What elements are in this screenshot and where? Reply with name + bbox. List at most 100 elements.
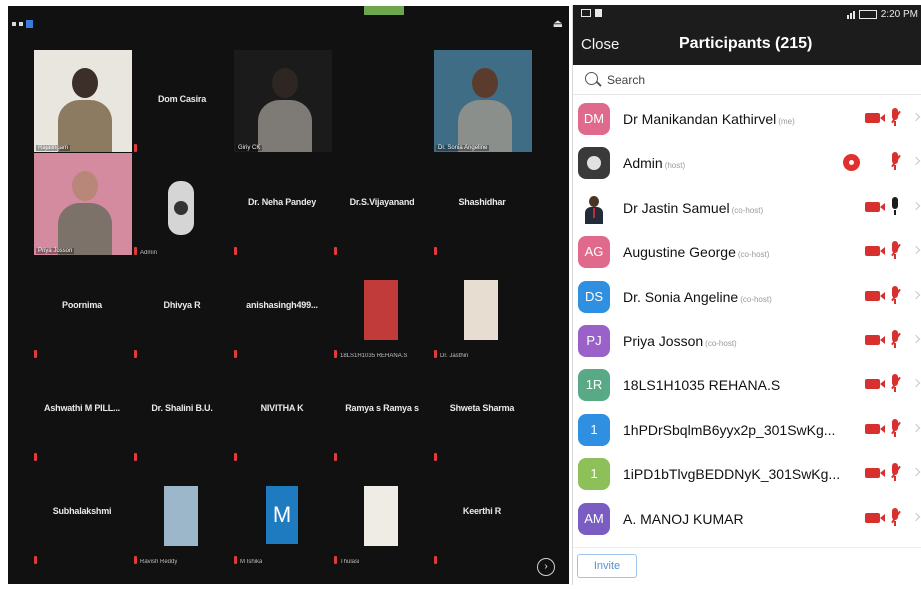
participant-name-text: Augustine George <box>623 244 736 261</box>
mic-muted-icon[interactable] <box>888 285 902 306</box>
mic-muted-icon[interactable] <box>888 507 902 528</box>
mic-on-icon[interactable] <box>888 196 902 217</box>
muted-mic-icon <box>34 556 37 564</box>
mic-muted-icon[interactable] <box>888 463 902 483</box>
chevron-right-icon[interactable] <box>911 423 921 432</box>
video-tile[interactable]: Poornima <box>30 256 134 360</box>
participant-row[interactable]: AM A. MANOJ KUMAR <box>573 497 921 541</box>
video-tile[interactable]: Rajalingam <box>30 50 134 154</box>
mic-muted-icon[interactable] <box>888 418 902 439</box>
gallery-top-bar: ⏏ <box>8 6 569 46</box>
participant-row[interactable]: 1R 18LS1H1035 REHANA.S <box>573 363 921 407</box>
participant-row[interactable]: PJ Priya Josson (co-host) <box>573 319 921 363</box>
video-tile[interactable]: Giriy CK <box>230 50 334 154</box>
video-tile[interactable]: Dr. Sonia Angeline <box>430 50 534 154</box>
participant-name: Dr Manikandan Kathirvel (me) <box>623 111 795 127</box>
avatar: PJ <box>578 324 610 357</box>
video-tile[interactable]: Dr.S.Vijayanand <box>330 153 434 257</box>
muted-mic-icon <box>434 350 437 358</box>
participant-name-text: 1hPDrSbqlmB6yyx2p_301SwKg... <box>623 421 836 438</box>
muted-mic-icon <box>434 556 437 564</box>
participant-name-text: Admin <box>623 155 663 172</box>
mic-muted-icon[interactable] <box>888 152 902 172</box>
participant-role: (co-host) <box>705 338 737 348</box>
video-tile[interactable]: Dr. Neha Pandey <box>230 153 334 257</box>
tile-participant-name: Poornima <box>62 300 102 310</box>
video-tile[interactable]: Dr. Jasthin <box>430 256 534 360</box>
tile-participant-name: Subhalakshmi <box>52 506 112 516</box>
tile-label: Thulasi <box>340 559 360 565</box>
invite-button[interactable]: Invite <box>577 554 637 578</box>
participant-face <box>72 171 98 201</box>
profile-picture <box>364 280 398 340</box>
video-tile[interactable]: Ashwathi M PILL... <box>30 359 134 463</box>
avatar: 1 <box>578 413 610 446</box>
participant-row[interactable]: Dr Jastin Samuel (co-host) <box>573 186 921 230</box>
video-label: Dr. Sonia Angeline <box>436 145 490 151</box>
video-tile[interactable]: Dom Casira <box>130 50 234 154</box>
chevron-right-icon[interactable] <box>911 334 921 344</box>
participant-face <box>72 68 98 98</box>
chevron-right-icon[interactable] <box>911 290 921 299</box>
video-tile[interactable]: Keerthi R <box>430 462 534 566</box>
participant-list: DM Dr Manikandan Kathirvel (me) Admin (host)… <box>573 97 921 541</box>
video-tile[interactable]: anishasingh499... <box>230 256 334 360</box>
video-tile[interactable]: Subhalakshmi <box>30 462 134 566</box>
video-tile[interactable]: Thulasi <box>330 462 434 566</box>
tile-participant-name: Dom Casira <box>157 94 207 104</box>
participant-row[interactable]: DM Dr Manikandan Kathirvel (me) <box>573 97 921 141</box>
tile-participant-name: Dr.S.Vijayanand <box>349 197 415 207</box>
chevron-right-icon[interactable] <box>911 157 921 166</box>
participant-name: A. MANOJ KUMAR <box>623 511 744 527</box>
video-tile[interactable]: Ramya s Ramya s <box>330 359 434 463</box>
panel-header: Close Participants (215) <box>573 25 921 65</box>
mic-muted-icon[interactable] <box>888 374 902 394</box>
muted-mic-icon <box>134 453 137 461</box>
chevron-right-icon[interactable] <box>911 379 921 388</box>
video-tile[interactable]: Dhivya R <box>130 256 234 360</box>
muted-mic-icon <box>34 350 37 358</box>
video-tile[interactable]: Ravish Reddy <box>130 462 234 566</box>
tile-participant-name: Dr. Neha Pandey <box>247 197 317 207</box>
participant-row[interactable]: DS Dr. Sonia Angeline (co-host) <box>573 275 921 319</box>
next-page-button[interactable]: › <box>537 558 555 576</box>
muted-mic-icon <box>234 453 237 461</box>
participant-role: (co-host) <box>737 250 770 260</box>
video-tile[interactable]: NIVITHA K <box>230 359 334 463</box>
chevron-right-icon[interactable] <box>911 201 921 211</box>
search-input[interactable] <box>607 70 907 90</box>
leave-icon[interactable]: ⏏ <box>553 17 563 30</box>
video-tile[interactable]: Shweta Sharma <box>430 359 534 463</box>
close-button[interactable]: Close <box>581 36 619 53</box>
video-off-icon <box>865 379 885 390</box>
participant-face <box>272 68 298 98</box>
search-bar <box>573 65 921 95</box>
video-tile[interactable]: Dr. Shalini B.U. <box>130 359 234 463</box>
signal-icon <box>12 20 33 28</box>
participants-panel: 2:20 PM Close Participants (215) DM Dr Ma… <box>572 5 921 585</box>
video-tile[interactable]: M M Ishika <box>230 462 334 566</box>
video-off-icon <box>865 290 885 301</box>
participant-row[interactable]: 1 1iPD1bTlvgBEDDNyK_301SwKg... <box>573 452 921 496</box>
mic-muted-icon[interactable] <box>888 241 902 261</box>
chevron-right-icon[interactable] <box>911 467 921 477</box>
video-tile[interactable]: Admin <box>130 153 234 257</box>
muted-mic-icon <box>334 247 337 255</box>
participant-name-text: Dr Jastin Samuel <box>623 199 730 216</box>
video-tile[interactable]: 18LS1H1035 REHANA.S <box>330 256 434 360</box>
chevron-right-icon[interactable] <box>911 512 921 521</box>
participant-name-text: Dr Manikandan Kathirvel <box>623 111 777 127</box>
muted-mic-icon <box>334 453 337 461</box>
participant-name: Augustine George (co-host) <box>623 244 769 260</box>
chevron-right-icon[interactable] <box>911 112 921 122</box>
notification-icons <box>581 9 602 17</box>
video-tile[interactable]: Shashidhar <box>430 153 534 257</box>
participant-name: Priya Josson (co-host) <box>623 333 737 349</box>
video-tile[interactable]: Priya Josson <box>30 153 134 257</box>
chevron-right-icon[interactable] <box>911 245 921 255</box>
participant-row[interactable]: 1 1hPDrSbqlmB6yyx2p_301SwKg... <box>573 408 921 452</box>
mic-muted-icon[interactable] <box>888 108 902 128</box>
participant-row[interactable]: AG Augustine George (co-host) <box>573 230 921 274</box>
participant-row[interactable]: Admin (host) <box>573 141 921 185</box>
mic-muted-icon[interactable] <box>888 329 902 350</box>
